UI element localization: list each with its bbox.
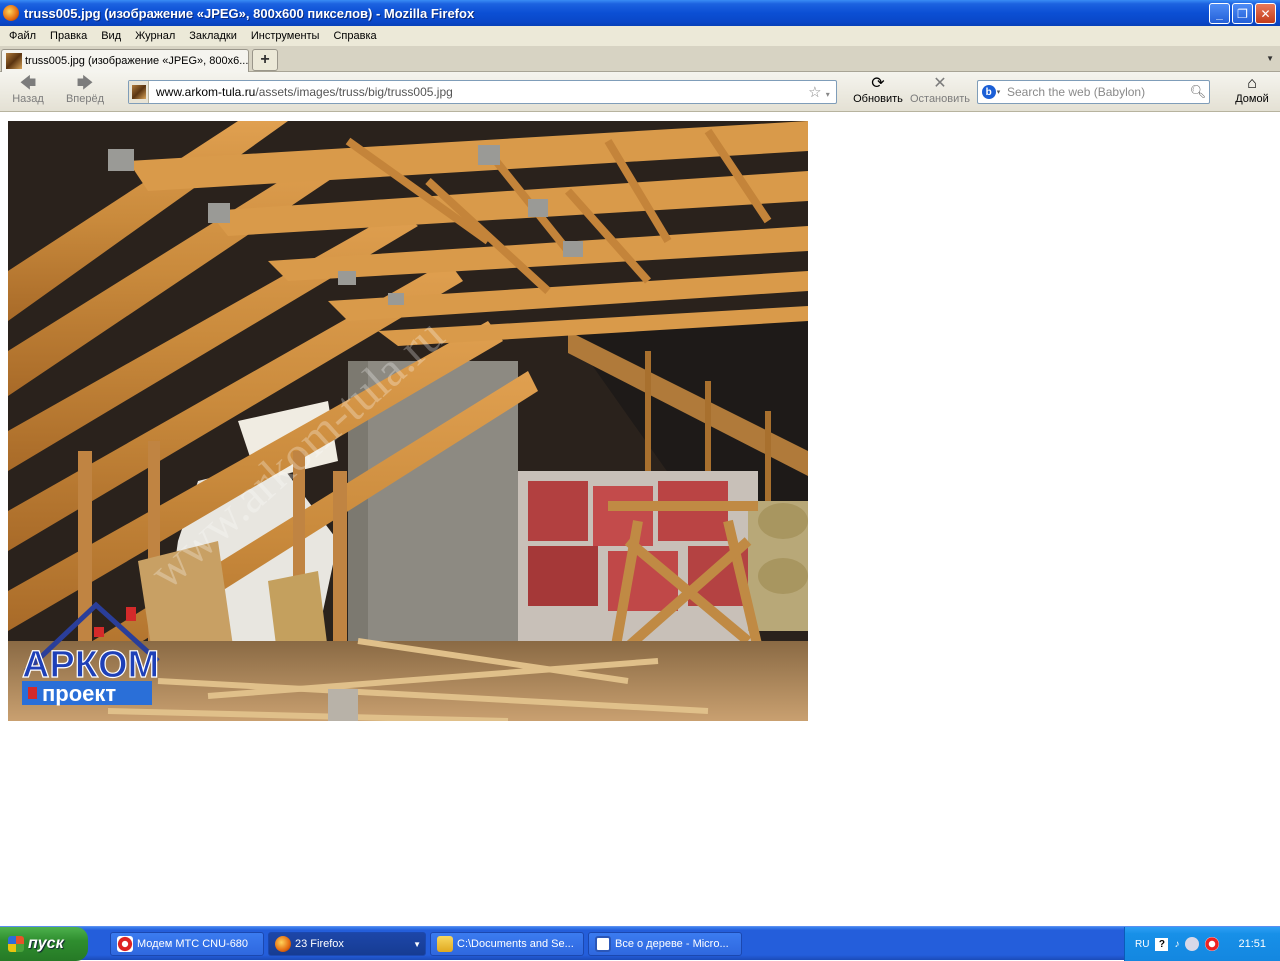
minimize-button[interactable]: _ xyxy=(1209,3,1230,24)
tab-list-chevron-icon[interactable]: ▼ xyxy=(1266,54,1274,63)
menu-view[interactable]: Вид xyxy=(94,30,128,42)
windows-logo-icon xyxy=(8,936,24,952)
firefox-icon xyxy=(3,5,19,21)
folder-icon xyxy=(437,936,453,952)
home-icon: ⌂ xyxy=(1247,75,1257,92)
url-text[interactable]: www.arkom-tula.ru/assets/images/truss/bi… xyxy=(149,85,802,99)
back-button[interactable]: 🡄 Назад xyxy=(8,75,48,105)
back-tray-icon[interactable] xyxy=(1185,937,1200,951)
task-label: C:\Documents and Se... xyxy=(457,938,574,950)
site-identity-icon[interactable] xyxy=(129,81,149,103)
task-firefox[interactable]: 23 Firefox ▼ xyxy=(268,932,426,956)
reload-label: Обновить xyxy=(853,93,903,105)
bookmark-star-icon[interactable]: ☆ ▾ xyxy=(802,83,836,101)
group-chevron-icon: ▼ xyxy=(413,939,421,949)
window-controls: _ ❐ ✕ xyxy=(1209,3,1276,24)
home-label: Домой xyxy=(1235,93,1269,105)
tab-label: truss005.jpg (изображение «JPEG», 800x6.… xyxy=(24,55,248,67)
tab-bar: truss005.jpg (изображение «JPEG», 800x6.… xyxy=(0,46,1280,72)
home-button[interactable]: ⌂ Домой xyxy=(1232,75,1272,105)
menu-bar: Файл Правка Вид Журнал Закладки Инструме… xyxy=(0,26,1280,46)
url-path: /assets/images/truss/big/truss005.jpg xyxy=(255,85,453,99)
logo-bottom-text: проект xyxy=(42,681,116,706)
task-explorer[interactable]: C:\Documents and Se... xyxy=(430,932,584,956)
menu-history[interactable]: Журнал xyxy=(128,30,182,42)
start-label: пуск xyxy=(28,935,64,952)
opera-tray-icon[interactable] xyxy=(1205,937,1220,951)
task-label: Модем МТС CNU-680 xyxy=(137,938,249,950)
truss-photo[interactable]: www.arkom-tula.ru АРКОМ проект xyxy=(8,121,808,721)
forward-arrow-icon: 🡆 xyxy=(76,75,94,92)
url-bar[interactable]: www.arkom-tula.ru/assets/images/truss/bi… xyxy=(128,80,837,104)
forward-button[interactable]: 🡆 Вперёд xyxy=(60,75,110,105)
task-label: Все о дереве - Micro... xyxy=(615,938,729,950)
stop-label: Остановить xyxy=(909,93,971,105)
firefox-icon xyxy=(275,936,291,952)
system-tray: RU ? ♪ 21:51 xyxy=(1124,927,1280,961)
task-word[interactable]: Все о дереве - Micro... xyxy=(588,932,742,956)
task-label: 23 Firefox xyxy=(295,938,344,950)
clock: 21:51 xyxy=(1238,938,1266,950)
reload-button[interactable]: ⟳ Обновить xyxy=(851,75,905,105)
menu-edit[interactable]: Правка xyxy=(43,30,94,42)
volume-icon[interactable]: ♪ xyxy=(1174,939,1179,950)
image-favicon-icon xyxy=(6,53,22,69)
stop-button[interactable]: ✕ Остановить xyxy=(908,75,972,105)
back-label: Назад xyxy=(12,93,44,105)
word-document-icon xyxy=(595,936,611,952)
forward-label: Вперёд xyxy=(65,93,105,105)
navigation-toolbar: 🡄 Назад 🡆 Вперёд www.arkom-tula.ru/asset… xyxy=(0,72,1280,112)
stop-icon: ✕ xyxy=(933,75,947,92)
opera-icon xyxy=(117,936,133,952)
logo-top-text: АРКОМ xyxy=(22,644,159,686)
url-domain: www.arkom-tula.ru xyxy=(156,85,256,99)
babylon-search-engine-icon[interactable]: b ▾ xyxy=(978,85,1004,99)
title-bar: truss005.jpg (изображение «JPEG», 800x60… xyxy=(0,0,1280,26)
help-icon[interactable]: ? xyxy=(1155,937,1169,951)
close-button[interactable]: ✕ xyxy=(1255,3,1276,24)
tab-truss005[interactable]: truss005.jpg (изображение «JPEG», 800x6.… xyxy=(1,49,249,72)
search-input[interactable]: Search the web (Babylon) xyxy=(1004,85,1187,99)
task-modem[interactable]: Модем МТС CNU-680 xyxy=(110,932,264,956)
window-title: truss005.jpg (изображение «JPEG», 800x60… xyxy=(24,5,475,21)
page-content: www.arkom-tula.ru АРКОМ проект xyxy=(0,113,1280,926)
menu-help[interactable]: Справка xyxy=(326,30,383,42)
search-icon[interactable]: 🔍︎ xyxy=(1187,84,1209,100)
attic-truss-image: www.arkom-tula.ru АРКОМ проект xyxy=(8,121,808,721)
back-arrow-icon: 🡄 xyxy=(19,75,37,92)
search-box[interactable]: b ▾ Search the web (Babylon) 🔍︎ xyxy=(977,80,1210,104)
start-button[interactable]: пуск xyxy=(0,927,88,961)
windows-taskbar: пуск Модем МТС CNU-680 23 Firefox ▼ C:\D… xyxy=(0,926,1280,961)
language-indicator[interactable]: RU xyxy=(1135,939,1149,950)
maximize-button[interactable]: ❐ xyxy=(1232,3,1253,24)
menu-bookmarks[interactable]: Закладки xyxy=(182,30,244,42)
reload-icon: ⟳ xyxy=(871,75,885,92)
menu-file[interactable]: Файл xyxy=(2,30,43,42)
menu-tools[interactable]: Инструменты xyxy=(244,30,327,42)
new-tab-button[interactable]: + xyxy=(252,49,278,71)
